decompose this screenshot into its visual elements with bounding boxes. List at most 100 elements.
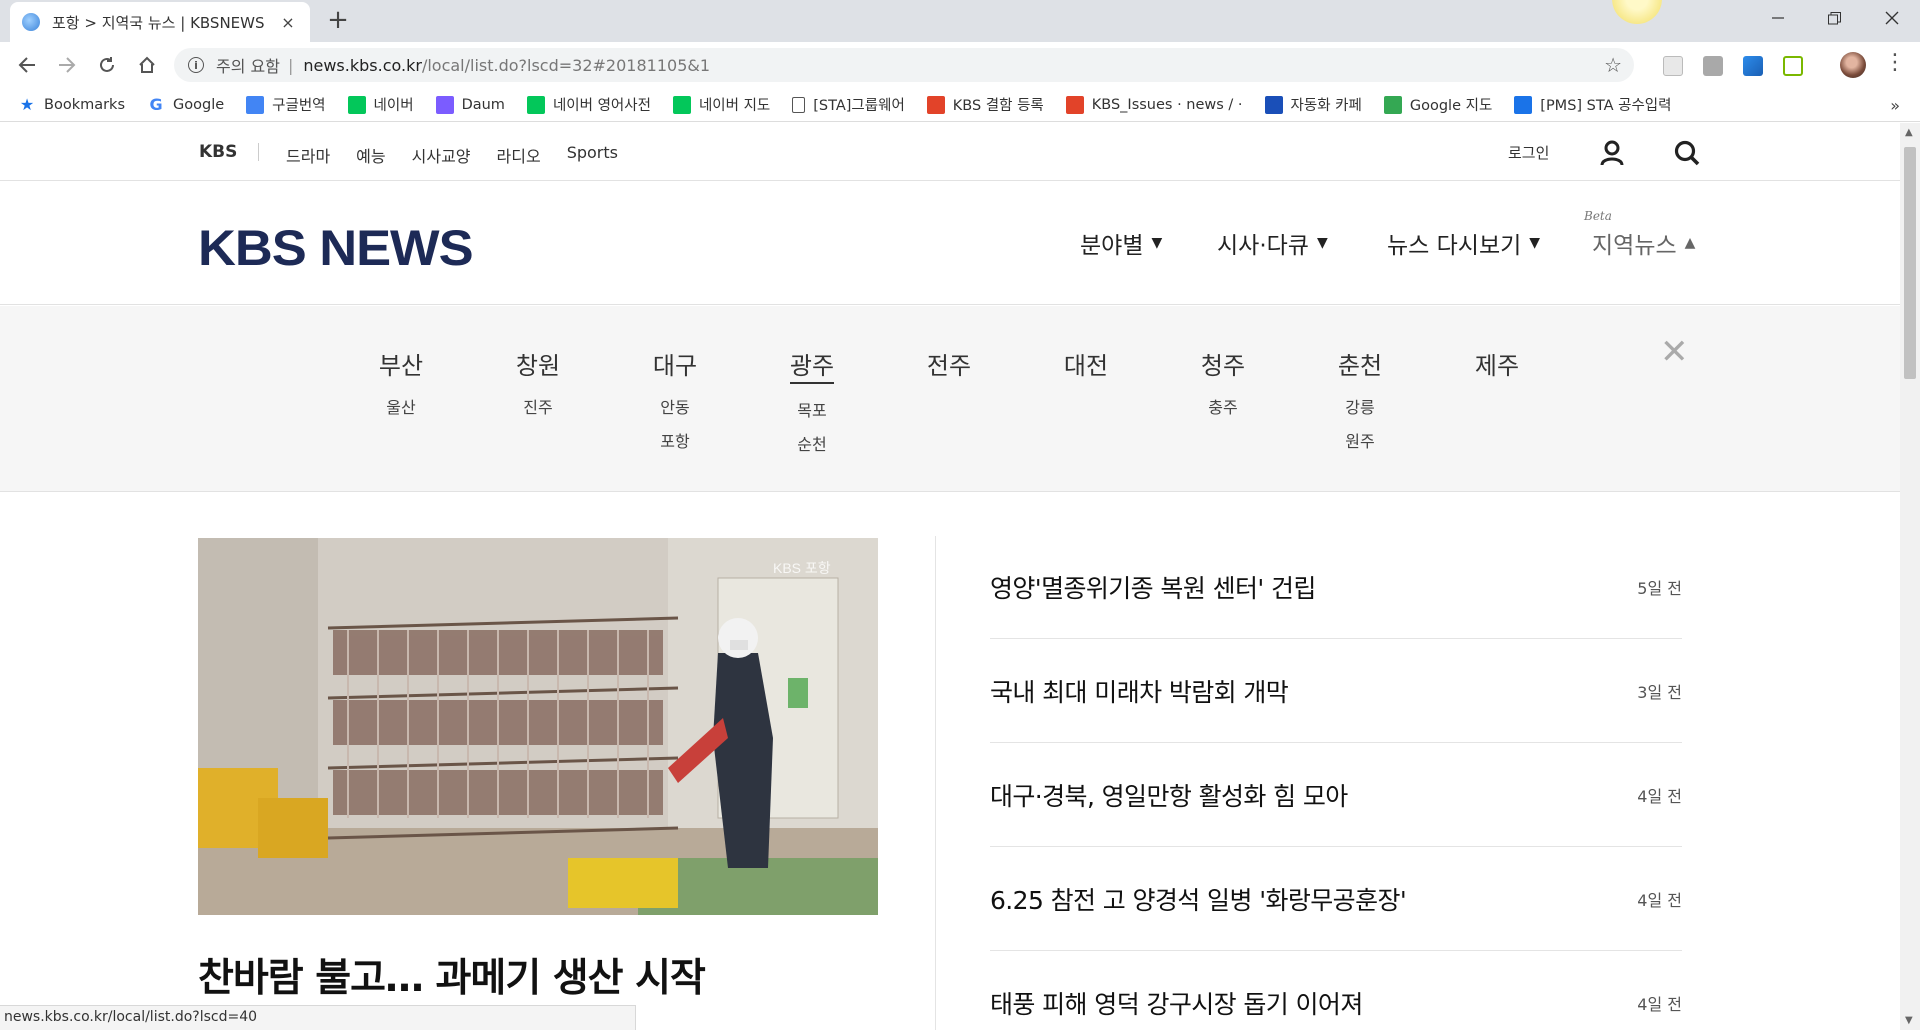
minimize-button[interactable] (1750, 0, 1806, 36)
forward-button[interactable] (52, 50, 82, 80)
scroll-up-icon[interactable]: ▲ (1905, 127, 1913, 138)
gnb-link-sports[interactable]: Sports (567, 143, 618, 167)
news-time: 4일 전 (1637, 890, 1682, 910)
gnb-link-entertainment[interactable]: 예능 (356, 143, 385, 167)
browser-menu-icon[interactable]: ⋮ (1884, 50, 1906, 75)
pms-icon (1514, 95, 1533, 114)
info-icon[interactable]: i (188, 57, 204, 73)
scroll-down-icon[interactable]: ▼ (1905, 1015, 1913, 1026)
kbs-favicon-icon (22, 13, 40, 31)
lead-article[interactable]: KBS 포항 찬바람 불고… 과메기 생산 시작 (198, 538, 878, 1003)
bookmark-item[interactable]: G Google (147, 95, 225, 114)
gnb-divider (258, 143, 259, 161)
page-scrollbar[interactable]: ▲ ▼ (1900, 123, 1920, 1030)
sub-region-link[interactable]: 안동 (625, 391, 725, 425)
restore-button[interactable] (1806, 0, 1862, 36)
bookmark-item[interactable]: 구글번역 (246, 94, 326, 115)
gitlab-icon (1065, 95, 1084, 114)
region-link[interactable]: 청주 (1201, 346, 1245, 381)
news-item[interactable]: 태풍 피해 영덕 강구시장 돕기 이어져 4일 전 (990, 951, 1682, 1030)
address-bar[interactable]: i 주의 요함 | news.kbs.co.kr/local/list.do?l… (174, 48, 1634, 82)
naver-map-icon (672, 95, 691, 114)
bookmark-item[interactable]: Daum (435, 95, 505, 114)
region-close-icon[interactable]: ✕ (1660, 332, 1689, 372)
menu-category[interactable]: 분야별 ▼ (1080, 226, 1162, 260)
arrow-left-icon (18, 57, 35, 73)
profile-avatar[interactable] (1840, 52, 1866, 78)
region-link[interactable]: 부산 (379, 346, 423, 381)
sub-region-link[interactable]: 원주 (1310, 425, 1410, 459)
bookmark-item[interactable]: KBS_Issues · news / · (1065, 95, 1243, 114)
kbs-news-logo[interactable]: KBS NEWS (198, 219, 474, 277)
back-button[interactable] (12, 50, 42, 80)
news-item[interactable]: 영양'멸종위기종 복원 센터' 건립 5일 전 (990, 535, 1682, 639)
menu-replay-label: 뉴스 다시보기 (1387, 233, 1522, 259)
bookmark-item[interactable]: Google 지도 (1383, 94, 1492, 115)
bookmark-label: 구글번역 (272, 98, 326, 114)
sub-region-link[interactable]: 울산 (351, 391, 451, 425)
news-item[interactable]: 국내 최대 미래차 박람회 개막 3일 전 (990, 639, 1682, 743)
browser-tab[interactable]: 포항 > 지역국 뉴스 | KBSNEWS × (10, 2, 310, 42)
news-title[interactable]: 태풍 피해 영덕 강구시장 돕기 이어져 (990, 985, 1363, 1021)
news-title[interactable]: 6.25 참전 고 양경석 일병 '화랑무공훈장' (990, 881, 1407, 917)
kbs-home-link[interactable]: KBS (199, 142, 237, 162)
browser-toolbar: i 주의 요함 | news.kbs.co.kr/local/list.do?l… (0, 42, 1920, 88)
sub-region-link[interactable]: 순천 (762, 428, 862, 462)
region-link[interactable]: 대구 (653, 346, 697, 381)
news-item[interactable]: 6.25 참전 고 양경석 일병 '화랑무공훈장' 4일 전 (990, 847, 1682, 951)
naver-dict-icon (526, 95, 545, 114)
bookmark-star-icon[interactable]: ☆ (1604, 53, 1622, 77)
reload-icon (100, 57, 114, 72)
region-link[interactable]: 대전 (1064, 346, 1108, 381)
region-link[interactable]: 전주 (927, 346, 971, 381)
bookmark-item[interactable]: [PMS] STA 공수입력 (1514, 94, 1672, 115)
login-link[interactable]: 로그인 (1508, 142, 1549, 163)
tab-close-icon[interactable]: × (278, 13, 298, 32)
new-tab-button[interactable]: + (324, 6, 352, 34)
region-link[interactable]: 광주 (789, 346, 835, 384)
user-icon[interactable] (1600, 140, 1624, 166)
reload-button[interactable] (92, 50, 122, 80)
bookmark-item[interactable]: KBS 결함 등록 (926, 94, 1044, 115)
extension-icon[interactable] (1663, 56, 1683, 76)
bookmark-item[interactable]: 네이버 (347, 94, 414, 115)
home-button[interactable] (132, 50, 162, 80)
news-title[interactable]: 대구·경북, 영일만항 활성화 힘 모아 (990, 777, 1348, 813)
window-close-button[interactable] (1864, 0, 1920, 36)
gnb-link-culture[interactable]: 시사교양 (412, 143, 471, 167)
sub-region-link[interactable]: 포항 (625, 425, 725, 459)
bookmark-item[interactable]: [STA]그룹웨어 (792, 94, 905, 115)
news-time: 5일 전 (1637, 578, 1682, 598)
extension-arrows-icon[interactable] (1743, 56, 1763, 76)
region-link[interactable]: 춘천 (1338, 346, 1382, 381)
bookmark-item[interactable]: 네이버 지도 (672, 94, 770, 115)
gnb-link-drama[interactable]: 드라마 (286, 143, 330, 167)
sub-region-link[interactable]: 진주 (488, 391, 588, 425)
bookmark-item[interactable]: 자동화 카페 (1264, 94, 1362, 115)
bookmark-item[interactable]: 네이버 영어사전 (526, 94, 651, 115)
scrollbar-thumb[interactable] (1904, 147, 1916, 379)
image-watermark: KBS 포항 (773, 560, 831, 576)
more-bookmarks-icon[interactable]: » (1890, 96, 1900, 115)
search-icon[interactable] (1673, 139, 1701, 167)
news-time: 4일 전 (1637, 786, 1682, 806)
news-title[interactable]: 국내 최대 미래차 박람회 개막 (990, 673, 1289, 709)
region-link[interactable]: 제주 (1475, 346, 1519, 381)
lead-article-image[interactable]: KBS 포항 (198, 538, 878, 915)
menu-documentary[interactable]: 시사·다큐 ▼ (1217, 226, 1328, 260)
bookmark-label: KBS_Issues · news / · (1091, 96, 1243, 113)
gnb-link-radio[interactable]: 라디오 (497, 143, 541, 167)
news-title[interactable]: 영양'멸종위기종 복원 센터' 건립 (990, 569, 1316, 605)
sub-region-link[interactable]: 강릉 (1310, 391, 1410, 425)
extension-ladder-icon[interactable] (1783, 56, 1803, 76)
extension-ex-icon[interactable] (1703, 56, 1723, 76)
bookmark-label: Google (173, 96, 225, 113)
menu-replay[interactable]: 뉴스 다시보기 ▼ (1387, 226, 1540, 260)
menu-local-news[interactable]: 지역뉴스 ▲ (1592, 226, 1695, 260)
region-link[interactable]: 창원 (516, 346, 560, 381)
bookmark-item[interactable]: ★ Bookmarks (18, 95, 125, 114)
sub-region-link[interactable]: 목포 (762, 394, 862, 428)
lead-article-title[interactable]: 찬바람 불고… 과메기 생산 시작 (198, 947, 878, 1003)
sub-region-link[interactable]: 충주 (1173, 391, 1273, 425)
news-item[interactable]: 대구·경북, 영일만항 활성화 힘 모아 4일 전 (990, 743, 1682, 847)
